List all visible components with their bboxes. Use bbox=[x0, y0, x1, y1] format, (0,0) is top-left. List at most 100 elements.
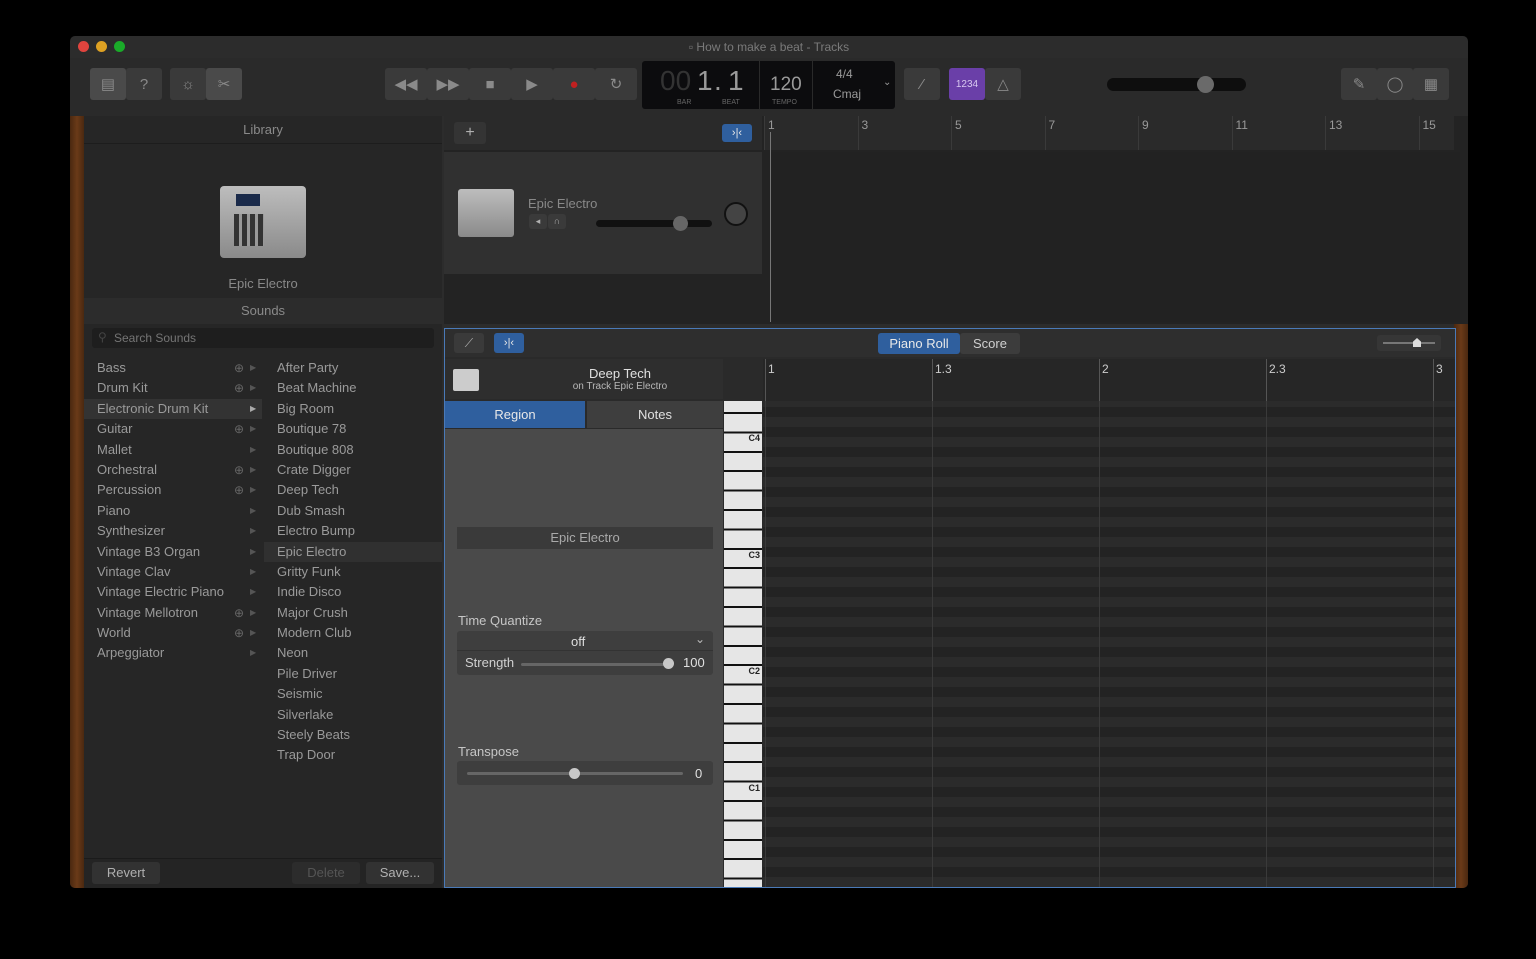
category-item[interactable]: Bass ⊕ ▶ bbox=[84, 358, 262, 378]
sound-item[interactable]: Electro Bump bbox=[264, 521, 442, 541]
loop-browser-button[interactable]: ◯ bbox=[1377, 68, 1413, 100]
category-item[interactable]: Percussion ⊕ ▶ bbox=[84, 480, 262, 500]
sound-item[interactable]: Gritty Funk bbox=[264, 562, 442, 582]
pan-knob[interactable] bbox=[724, 202, 748, 226]
stop-button[interactable]: ■ bbox=[469, 68, 511, 100]
sound-item[interactable]: Pile Driver bbox=[264, 664, 442, 684]
category-item[interactable]: Vintage Electric Piano ▶ bbox=[84, 582, 262, 602]
category-item[interactable]: Drum Kit ⊕ ▶ bbox=[84, 378, 262, 398]
sound-item[interactable]: Deep Tech bbox=[264, 480, 442, 500]
master-volume-slider[interactable] bbox=[1107, 76, 1246, 93]
tuner-button[interactable]: ⁄ bbox=[904, 68, 940, 100]
sound-item[interactable]: Boutique 78 bbox=[264, 419, 442, 439]
note-pad-button[interactable]: ✎ bbox=[1341, 68, 1377, 100]
strength-knob[interactable] bbox=[663, 658, 674, 669]
sound-item[interactable]: Boutique 808 bbox=[264, 440, 442, 460]
zoom-slider[interactable] bbox=[1377, 335, 1441, 351]
track-header[interactable]: Epic Electro ◂ ∩ bbox=[444, 152, 762, 274]
lcd-display[interactable]: 00 1 . 1 BAR BEAT 120 TEMPO 4/4 Cmaj ⌄ bbox=[642, 61, 895, 109]
strength-slider[interactable] bbox=[521, 663, 667, 666]
lcd-signature[interactable]: 4/4 bbox=[836, 67, 853, 81]
category-item[interactable]: Synthesizer ▶ bbox=[84, 521, 262, 541]
master-volume-knob[interactable] bbox=[1197, 76, 1214, 93]
editor-ruler[interactable]: 1 1.3 2 2.3 3 bbox=[763, 359, 1455, 401]
metronome-button[interactable]: △ bbox=[985, 68, 1021, 100]
piano-roll-grid[interactable] bbox=[763, 401, 1455, 887]
transpose-knob[interactable] bbox=[569, 768, 580, 779]
sound-item[interactable]: Neon bbox=[264, 643, 442, 663]
sound-item[interactable]: Seismic bbox=[264, 684, 442, 704]
category-item[interactable]: Mallet ▶ bbox=[84, 440, 262, 460]
category-item[interactable]: Vintage Clav ▶ bbox=[84, 562, 262, 582]
download-icon[interactable]: ⊕ bbox=[234, 480, 244, 500]
category-item[interactable]: Guitar ⊕ ▶ bbox=[84, 419, 262, 439]
headphones-button[interactable]: ∩ bbox=[548, 214, 566, 229]
sound-item[interactable]: Modern Club bbox=[264, 623, 442, 643]
tab-piano-roll[interactable]: Piano Roll bbox=[878, 333, 960, 354]
smart-controls-button[interactable]: ☼ bbox=[170, 68, 206, 100]
zoom-button[interactable] bbox=[114, 41, 125, 52]
rewind-button[interactable]: ◀◀ bbox=[385, 68, 427, 100]
search-field[interactable]: ⚲ bbox=[92, 328, 434, 348]
region-name-field[interactable]: Epic Electro bbox=[457, 527, 713, 549]
category-item[interactable]: Vintage B3 Organ ▶ bbox=[84, 542, 262, 562]
zoom-thumb[interactable] bbox=[1413, 338, 1421, 347]
tab-notes[interactable]: Notes bbox=[587, 401, 723, 428]
cycle-button[interactable]: ↻ bbox=[595, 68, 637, 100]
sound-item[interactable]: Big Room bbox=[264, 399, 442, 419]
category-item[interactable]: Orchestral ⊕ ▶ bbox=[84, 460, 262, 480]
sound-item[interactable]: Trap Door bbox=[264, 745, 442, 765]
media-browser-button[interactable]: ▦ bbox=[1413, 68, 1449, 100]
play-button[interactable]: ▶ bbox=[511, 68, 553, 100]
category-item[interactable]: Piano ▶ bbox=[84, 501, 262, 521]
sound-item[interactable]: Indie Disco bbox=[264, 582, 442, 602]
track-name[interactable]: Epic Electro bbox=[528, 196, 597, 211]
playhead[interactable] bbox=[770, 132, 771, 322]
download-icon[interactable]: ⊕ bbox=[234, 603, 244, 623]
quantize-select[interactable]: off ⌄ bbox=[457, 631, 713, 651]
download-icon[interactable]: ⊕ bbox=[234, 358, 244, 378]
tab-region[interactable]: Region bbox=[445, 401, 585, 428]
sound-item[interactable]: Steely Beats bbox=[264, 725, 442, 745]
download-icon[interactable]: ⊕ bbox=[234, 378, 244, 398]
quick-help-button[interactable]: ? bbox=[126, 68, 162, 100]
track-volume-knob[interactable] bbox=[672, 216, 688, 231]
track-volume-slider[interactable] bbox=[596, 216, 712, 231]
save-button[interactable]: Save... bbox=[366, 862, 434, 884]
category-item[interactable]: Electronic Drum Kit ▶ bbox=[84, 398, 262, 420]
editors-button[interactable]: ✂ bbox=[206, 68, 242, 100]
sound-item[interactable]: Beat Machine bbox=[264, 378, 442, 398]
category-item[interactable]: Vintage Mellotron ⊕ ▶ bbox=[84, 603, 262, 623]
tracks-ruler[interactable]: 1 3 5 7 9 11 13 15 bbox=[764, 116, 1454, 150]
mute-button[interactable]: ◂ bbox=[529, 214, 547, 229]
sound-item[interactable]: Major Crush bbox=[264, 603, 442, 623]
record-button[interactable]: ● bbox=[553, 68, 595, 100]
lcd-dropdown-icon[interactable]: ⌄ bbox=[883, 77, 891, 88]
editor-catch-button[interactable]: ›|‹ bbox=[494, 333, 524, 353]
minimize-button[interactable] bbox=[96, 41, 107, 52]
lcd-tempo[interactable]: 120 bbox=[770, 74, 802, 96]
delete-button[interactable]: Delete bbox=[292, 862, 360, 884]
lcd-key[interactable]: Cmaj bbox=[833, 87, 861, 101]
download-icon[interactable]: ⊕ bbox=[234, 460, 244, 480]
tab-score[interactable]: Score bbox=[960, 333, 1020, 354]
library-button[interactable]: ▤ bbox=[90, 68, 126, 100]
automation-button[interactable]: ⟋ bbox=[454, 333, 484, 353]
sound-item[interactable]: Epic Electro bbox=[264, 541, 442, 562]
category-item[interactable]: World ⊕ ▶ bbox=[84, 623, 262, 643]
fast-forward-button[interactable]: ▶▶ bbox=[427, 68, 469, 100]
add-track-button[interactable]: + bbox=[454, 122, 486, 144]
catch-playhead-button[interactable]: ›|‹ bbox=[722, 124, 752, 142]
search-input[interactable] bbox=[114, 328, 424, 348]
download-icon[interactable]: ⊕ bbox=[234, 419, 244, 439]
close-button[interactable] bbox=[78, 41, 89, 52]
sound-item[interactable]: After Party bbox=[264, 358, 442, 378]
count-in-button[interactable]: 1234 bbox=[949, 68, 985, 100]
download-icon[interactable]: ⊕ bbox=[234, 623, 244, 643]
track-lane[interactable] bbox=[770, 152, 1460, 322]
piano-keyboard[interactable]: C4 C3 C2 C1 bbox=[724, 401, 762, 887]
sound-item[interactable]: Crate Digger bbox=[264, 460, 442, 480]
category-item[interactable]: Arpeggiator ▶ bbox=[84, 643, 262, 663]
sound-item[interactable]: Dub Smash bbox=[264, 501, 442, 521]
revert-button[interactable]: Revert bbox=[92, 862, 160, 884]
